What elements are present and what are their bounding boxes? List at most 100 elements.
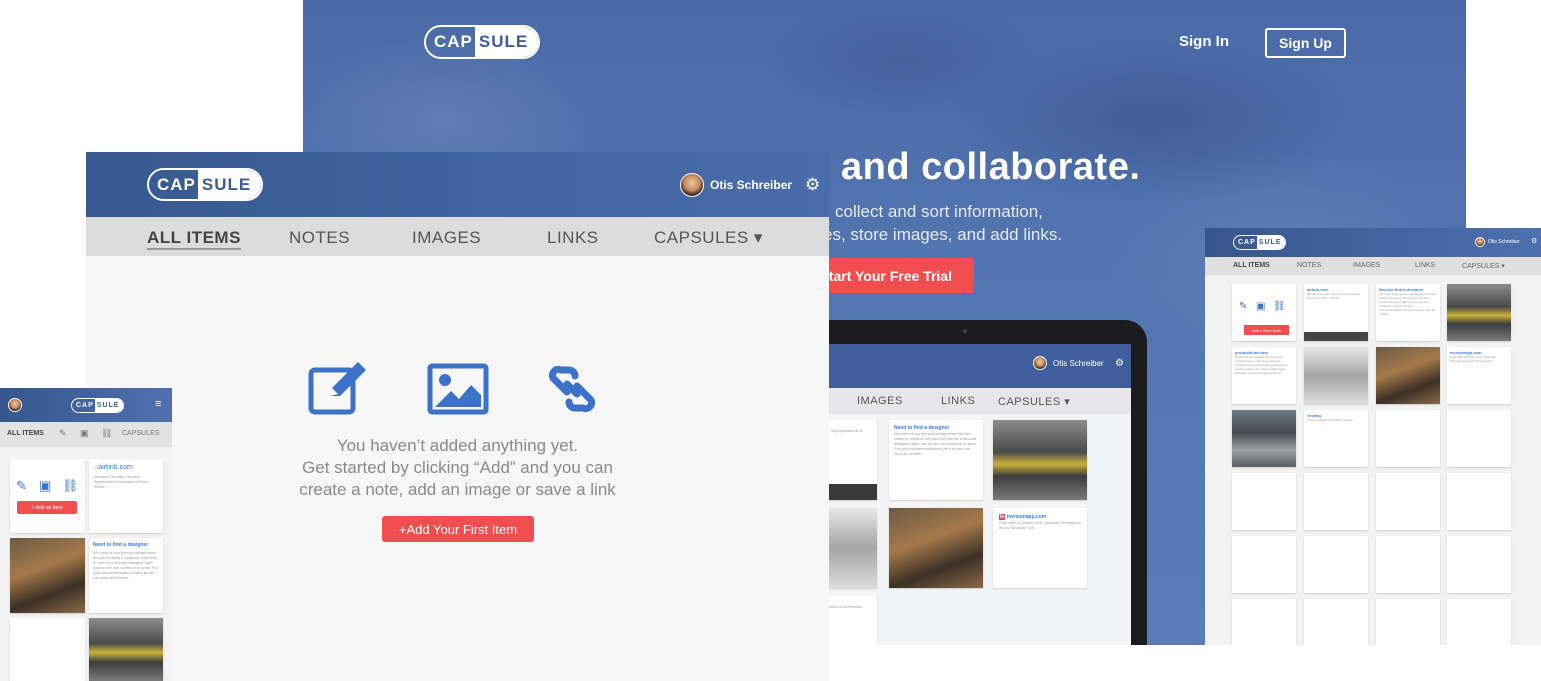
avatar[interactable] (8, 398, 22, 412)
tab-capsules[interactable]: CAPSULES (122, 430, 159, 437)
image-card[interactable] (89, 618, 163, 681)
tab-capsules[interactable]: CAPSULES ▾ (998, 395, 1070, 408)
tab-images[interactable]: IMAGES (1353, 262, 1380, 269)
list-item[interactable] (1376, 599, 1440, 645)
note-icon[interactable]: ✎ (16, 478, 27, 494)
desktop-nav: ALL ITEMS NOTES IMAGES LINKS CAPSULES ▾ (1205, 257, 1541, 275)
list-item[interactable] (1304, 599, 1368, 645)
tab-images[interactable]: IMAGES (412, 228, 481, 248)
list-item[interactable]: Need to find a designer We have a one pe… (1376, 284, 1440, 341)
list-item[interactable]: Need to find a designer We have a one pe… (889, 420, 983, 500)
list-item[interactable]: airbnb.com Vacation Rentals, Homes, Apar… (1304, 284, 1368, 341)
tab-notes[interactable]: NOTES (289, 228, 350, 248)
laptop-user-profile[interactable]: Otis Schreiber (1033, 356, 1104, 370)
app-logo[interactable]: CAP SULE (147, 168, 264, 201)
add-item-card: ✎ ▣ ⛓ (10, 459, 85, 533)
image-card[interactable] (1304, 347, 1368, 404)
user-name: Otis Schreiber (710, 178, 793, 192)
image-card[interactable] (889, 508, 983, 588)
tab-notes[interactable]: NOTES (1297, 262, 1321, 269)
list-item[interactable]: in invisionapp.com Free Web & Mobile (iO… (993, 508, 1087, 588)
list-item[interactable]: sual event Review (829, 596, 877, 645)
tab-images[interactable]: IMAGES (857, 395, 903, 407)
user-profile[interactable]: Otis Schreiber (1475, 237, 1520, 247)
note-icon[interactable]: ✎ (1239, 301, 1247, 312)
card-title: ⌂airbnb.com (94, 464, 158, 471)
laptop-screen: Otis Schreiber ⚙ IMAGES LINKS CAPSULES ▾… (829, 344, 1131, 645)
logo-text-sule: SULE (94, 399, 124, 412)
mobile-app-screenshot: CAP SULE ≡ ALL ITEMS ✎ ▣ ⛓ CAPSULES ✎ ▣ … (0, 388, 172, 681)
tab-all-items[interactable]: ALL ITEMS (1233, 262, 1270, 269)
list-item[interactable] (1304, 473, 1368, 530)
image-card[interactable] (829, 508, 877, 588)
image-card[interactable] (1232, 410, 1296, 467)
gear-icon[interactable]: ⚙ (1115, 358, 1124, 369)
list-item[interactable]: Need to find a designer We have a one pe… (89, 538, 163, 613)
list-item[interactable] (1304, 536, 1368, 593)
user-name: Otis Schreiber (1488, 239, 1520, 245)
empty-state-line3: create a note, add an image or save a li… (299, 480, 616, 499)
list-item[interactable]: ney Apartments & (829, 420, 877, 500)
tab-links[interactable]: LINKS (1415, 262, 1435, 269)
tab-links[interactable]: LINKS (941, 395, 975, 407)
card-text: This is another note just for review. (1307, 418, 1354, 422)
laptop-camera (963, 329, 967, 333)
gear-icon[interactable]: ⚙ (1531, 237, 1537, 245)
card-toolbar (1304, 332, 1368, 341)
main-nav: ALL ITEMS NOTES IMAGES LINKS CAPSULES ▾ (86, 217, 829, 256)
user-profile[interactable]: Otis Schreiber (680, 173, 792, 197)
image-card[interactable] (10, 538, 85, 613)
list-item[interactable]: ⌂airbnb.com Vacation Rentals, Homes, Apa… (89, 459, 163, 533)
tab-all-items[interactable]: ALL ITEMS (147, 228, 241, 250)
list-item[interactable] (1376, 473, 1440, 530)
list-item[interactable]: producthunt.com Product Hunt surfaces th… (1232, 347, 1296, 404)
tab-capsules[interactable]: CAPSULES ▾ (1462, 262, 1505, 270)
link-icon[interactable]: ⛓ (62, 478, 79, 494)
user-name: Otis Schreiber (1053, 358, 1104, 368)
card-text: We have a one person design team but are… (894, 431, 978, 456)
sign-in-link[interactable]: Sign In (1179, 33, 1229, 50)
list-item[interactable] (1232, 473, 1296, 530)
list-item[interactable]: Testing This is another note just for re… (1304, 410, 1368, 467)
list-item[interactable] (1232, 536, 1296, 593)
tab-all-items[interactable]: ALL ITEMS (7, 430, 44, 437)
list-item[interactable] (1232, 599, 1296, 645)
add-first-item-button[interactable]: +Add Your First Item (382, 516, 534, 542)
card-title-text: airbnb.com (98, 464, 133, 471)
sign-up-button[interactable]: Sign Up (1265, 28, 1346, 58)
card-text: Free Web & Mobile (iOS, Android) Prototy… (999, 520, 1081, 530)
hero-logo[interactable]: CAP SULE (424, 25, 541, 59)
image-card[interactable] (1376, 347, 1440, 404)
add-note-icon[interactable] (308, 360, 370, 416)
notes-tab-icon[interactable]: ✎ (59, 428, 67, 439)
links-tab-icon[interactable]: ⛓ (101, 428, 112, 439)
add-item-button[interactable]: + Add an Item (17, 501, 77, 514)
list-item[interactable] (1447, 410, 1511, 467)
image-card[interactable] (993, 420, 1087, 500)
desktop-card-grid: ✎ ▣ ⛓ Add a New Note airbnb.com Vacation… (1205, 284, 1541, 645)
hamburger-menu-icon[interactable]: ≡ (155, 398, 161, 410)
logo-text-cap: CAP (157, 174, 196, 194)
desktop-logo[interactable]: CAP SULE (1233, 235, 1287, 250)
add-link-icon[interactable] (545, 362, 607, 418)
list-item[interactable] (1447, 599, 1511, 645)
link-icon[interactable]: ⛓ (1273, 301, 1286, 312)
mobile-logo[interactable]: CAP SULE (71, 398, 125, 413)
list-item[interactable] (1447, 473, 1511, 530)
list-item[interactable] (1447, 536, 1511, 593)
image-card[interactable] (1447, 284, 1511, 341)
list-item[interactable]: invisionapp.com Free Web & Mobile (iOS, … (1447, 347, 1511, 404)
image-icon[interactable]: ▣ (39, 478, 51, 494)
tab-links[interactable]: LINKS (547, 228, 599, 248)
add-item-card: ✎ ▣ ⛓ Add a New Note (1232, 284, 1296, 341)
list-item[interactable] (10, 618, 85, 681)
list-item[interactable] (1376, 536, 1440, 593)
list-item[interactable] (1376, 410, 1440, 467)
tab-capsules[interactable]: CAPSULES ▾ (654, 228, 763, 248)
image-icon[interactable]: ▣ (1256, 301, 1265, 312)
gear-icon[interactable]: ⚙ (805, 175, 820, 195)
logo-text-sule: SULE (474, 27, 539, 57)
images-tab-icon[interactable]: ▣ (80, 428, 89, 439)
add-note-button[interactable]: Add a New Note (1244, 325, 1289, 335)
add-image-icon[interactable] (427, 363, 489, 419)
